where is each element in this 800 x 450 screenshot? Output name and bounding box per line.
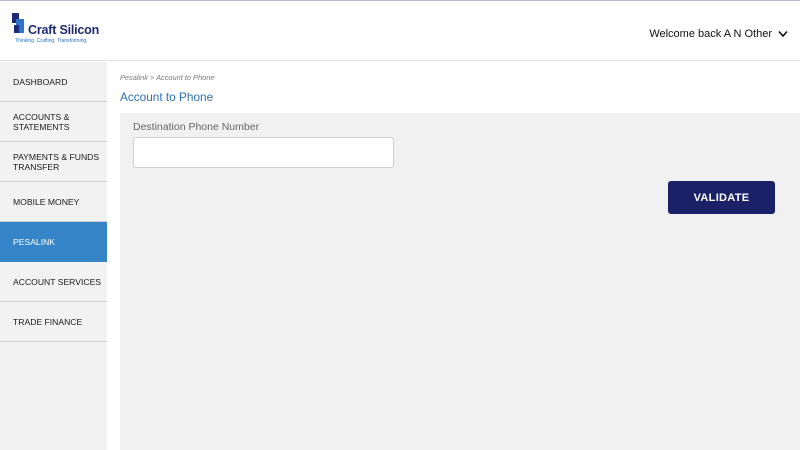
sidebar-item-label: TRADE FINANCE bbox=[13, 316, 83, 327]
sidebar-item-label: ACCOUNTS & STATEMENTS bbox=[13, 111, 70, 132]
sidebar-item-label: MOBILE MONEY bbox=[13, 196, 80, 207]
logo-mark-icon bbox=[12, 13, 26, 35]
sidebar-item-pesalink[interactable]: PESALINK bbox=[0, 222, 107, 262]
logo-name: Craft Silicon bbox=[28, 23, 100, 37]
page-title: Account to Phone bbox=[120, 90, 214, 104]
logo-tagline: Thinking. Crafting. Transforming. bbox=[15, 38, 88, 44]
sidebar-item-label: PESALINK bbox=[13, 236, 56, 247]
sidebar-item-accounts-statements[interactable]: ACCOUNTS & STATEMENTS bbox=[0, 102, 107, 142]
sidebar-item-mobile-money[interactable]: MOBILE MONEY bbox=[0, 182, 107, 222]
sidebar-item-label: DASHBOARD bbox=[13, 76, 68, 87]
breadcrumb: Pesalink > Account to Phone bbox=[120, 73, 215, 82]
sidebar-item-label: ACCOUNT SERVICES bbox=[13, 276, 102, 287]
sidebar-item-label: PAYMENTS & FUNDS TRANSFER bbox=[13, 151, 100, 172]
main-content: Pesalink > Account to Phone Account to P… bbox=[107, 62, 800, 450]
sidebar-item-dashboard[interactable]: DASHBOARD bbox=[0, 62, 107, 102]
transfer-form-panel: Destination Phone Number VALIDATE bbox=[120, 113, 800, 450]
header-bar: Craft Silicon Thinking. Crafting. Transf… bbox=[0, 1, 800, 61]
user-menu[interactable]: Welcome back A N Other bbox=[649, 28, 788, 40]
sidebar-item-account-services[interactable]: ACCOUNT SERVICES bbox=[0, 262, 107, 302]
destination-phone-input[interactable] bbox=[133, 137, 394, 168]
chevron-down-icon bbox=[778, 30, 788, 38]
welcome-text: Welcome back A N Other bbox=[649, 28, 772, 40]
phone-number-label: Destination Phone Number bbox=[133, 121, 260, 133]
validate-button[interactable]: VALIDATE bbox=[668, 181, 775, 214]
sidebar-item-payments-funds-transfer[interactable]: PAYMENTS & FUNDS TRANSFER bbox=[0, 142, 107, 182]
craft-silicon-logo[interactable]: Craft Silicon Thinking. Crafting. Transf… bbox=[12, 13, 102, 49]
sidebar-nav: DASHBOARD ACCOUNTS & STATEMENTS PAYMENTS… bbox=[0, 62, 107, 450]
sidebar-item-trade-finance[interactable]: TRADE FINANCE bbox=[0, 302, 107, 342]
